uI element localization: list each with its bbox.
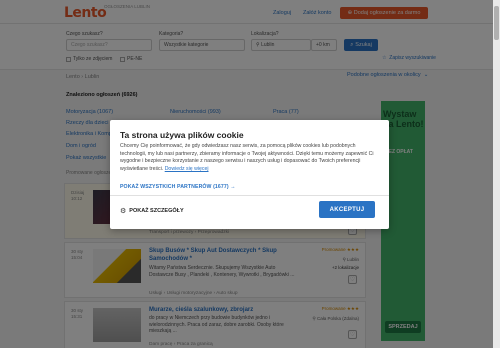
show-partners-link[interactable]: POKAŻ WSZYSTKICH PARTNERÓW (1677) → <box>120 184 236 190</box>
accept-button[interactable]: AKCEPTUJ <box>319 201 375 218</box>
scrollbar[interactable] <box>493 0 500 348</box>
cookie-dialog-title: Ta strona używa plików cookie <box>120 130 244 140</box>
cookie-dialog-body: Chcemy Cię poinformować, że gdy odwiedza… <box>120 143 378 173</box>
cookie-consent-dialog: Ta strona używa plików cookie Chcemy Cię… <box>110 120 389 229</box>
show-details-button[interactable]: ⚙ POKAŻ SZCZEGÓŁY <box>120 207 184 215</box>
show-details-label: POKAŻ SZCZEGÓŁY <box>129 208 184 214</box>
learn-more-link[interactable]: Dowiedz się więcej <box>165 166 209 172</box>
divider <box>110 195 389 196</box>
scrollbar-thumb[interactable] <box>494 6 499 40</box>
cookie-body-text: Chcemy Cię poinformować, że gdy odwiedza… <box>120 143 374 172</box>
gear-icon: ⚙ <box>120 208 127 215</box>
